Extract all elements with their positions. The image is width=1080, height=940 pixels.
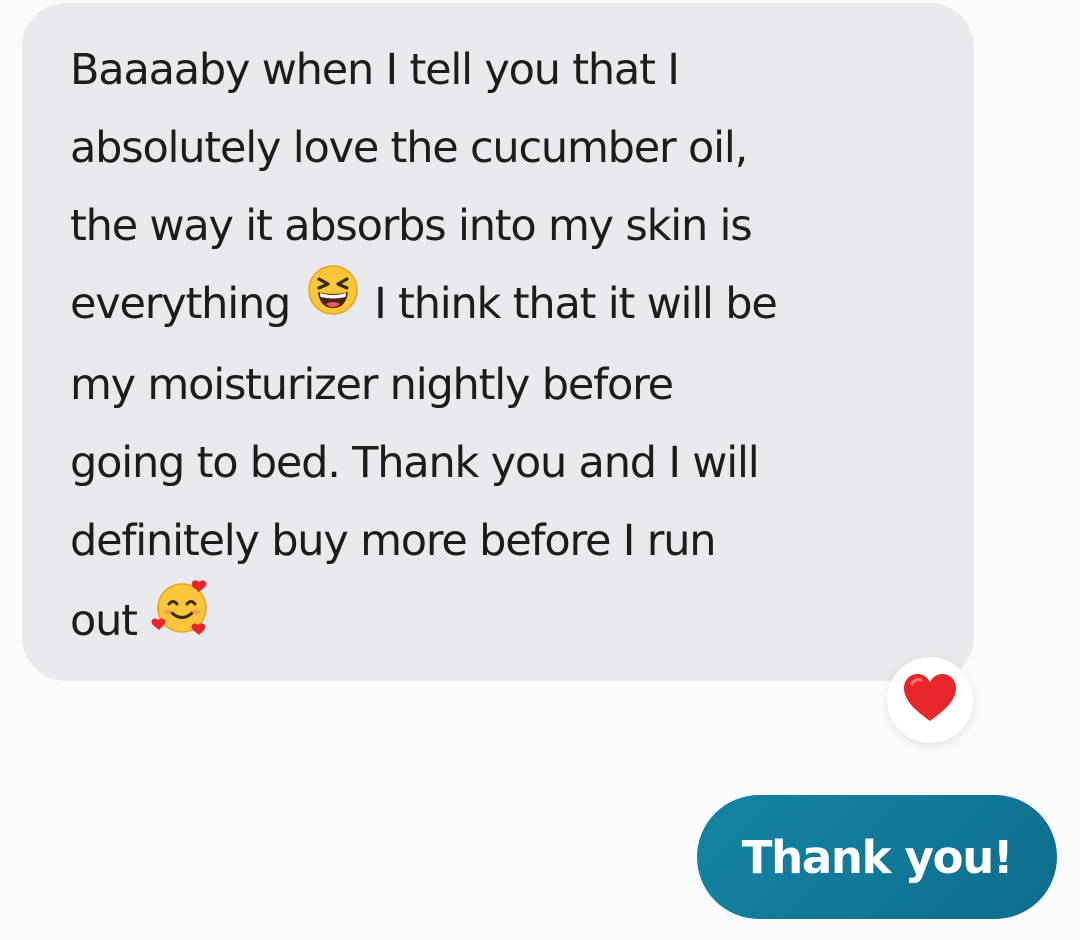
message-line: Baaaaby when I tell you that I bbox=[70, 45, 680, 95]
incoming-message-text: Baaaaby when I tell you that I absolutel… bbox=[70, 31, 934, 667]
grinning-squinting-face-emoji-icon bbox=[306, 263, 360, 342]
message-fragment: I think that it will be bbox=[374, 279, 778, 329]
chat-thread: Baaaaby when I tell you that I absolutel… bbox=[0, 0, 1080, 940]
red-heart-icon bbox=[902, 672, 958, 728]
message-fragment: out bbox=[70, 596, 138, 646]
message-line: absolutely love the cucumber oil, bbox=[70, 123, 748, 173]
message-line: everything I think that it will be bbox=[70, 265, 934, 346]
outgoing-message-bubble[interactable]: Thank you! bbox=[697, 795, 1057, 919]
heart-reaction-badge[interactable] bbox=[887, 657, 973, 743]
message-line: my moisturizer nightly before bbox=[70, 360, 674, 410]
outgoing-message-text: Thank you! bbox=[741, 830, 1014, 884]
message-line: going to bed. Thank you and I will bbox=[70, 438, 760, 488]
message-line: definitely buy more before I run bbox=[70, 516, 717, 566]
smiling-face-with-hearts-emoji-icon bbox=[151, 576, 213, 663]
message-line: out bbox=[70, 580, 934, 667]
message-line: the way it absorbs into my skin is bbox=[70, 201, 753, 251]
message-fragment: everything bbox=[70, 279, 291, 329]
incoming-message-bubble[interactable]: Baaaaby when I tell you that I absolutel… bbox=[22, 3, 974, 681]
